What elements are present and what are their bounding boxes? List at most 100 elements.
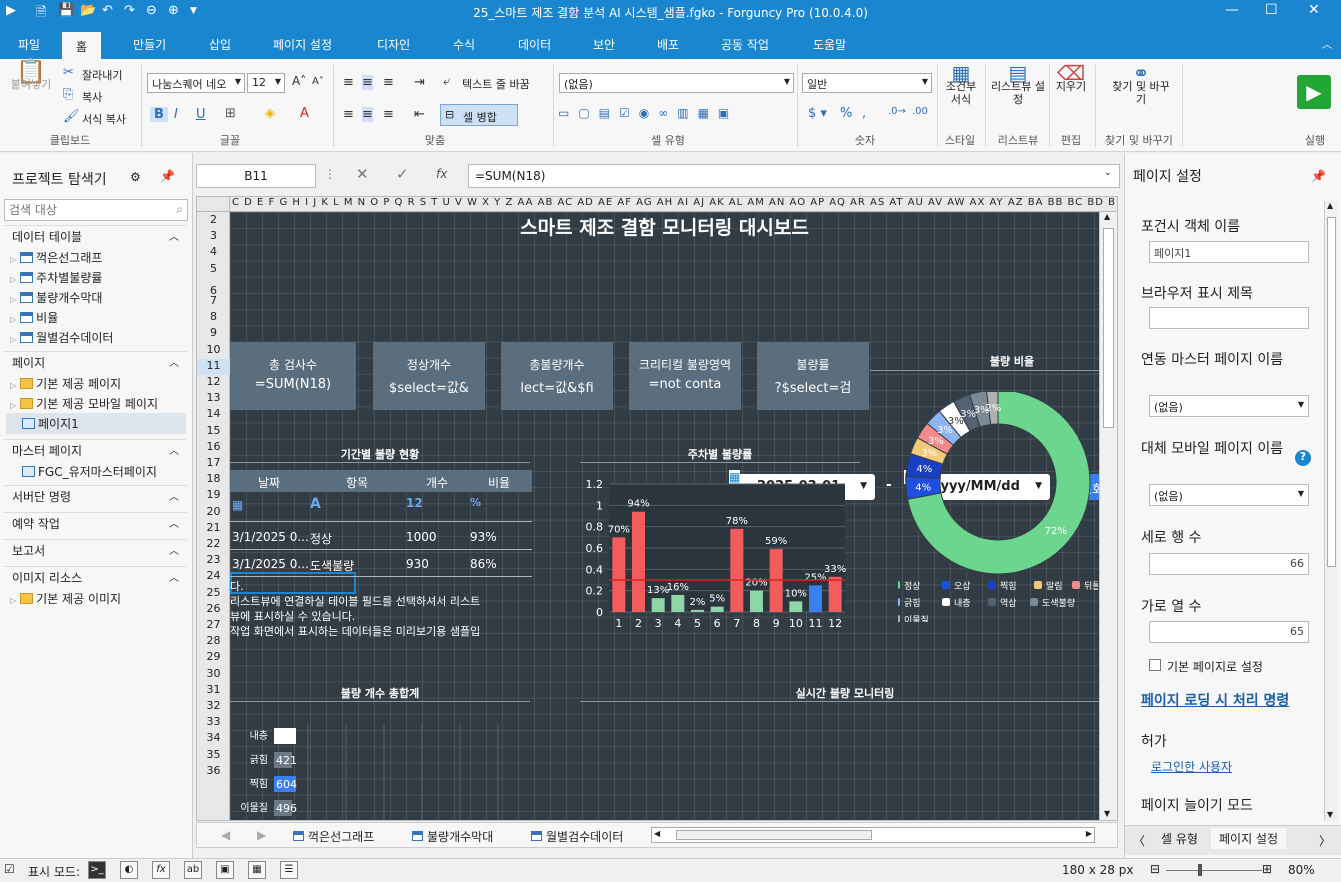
underline-icon[interactable]: U: [196, 107, 206, 122]
row-number[interactable]: 29: [197, 650, 230, 666]
paste-button[interactable]: 📋 붙여넣기: [8, 59, 54, 91]
find-replace-button[interactable]: ⚭ 찾기 및 바꾸기: [1110, 63, 1172, 106]
prev-icon[interactable]: 〈: [1133, 832, 1145, 849]
row-number[interactable]: 32: [197, 699, 230, 715]
row-number[interactable]: 30: [197, 667, 230, 683]
wrap-text-button[interactable]: 텍스트 줄 바꿈: [462, 76, 530, 92]
row-number[interactable]: 12: [197, 375, 230, 391]
tab-page-settings[interactable]: 페이지 설정: [1211, 828, 1287, 849]
font-color-icon[interactable]: A: [300, 106, 309, 121]
row-number[interactable]: 24: [197, 569, 230, 585]
number-format-select[interactable]: 일반 ▼: [802, 73, 932, 93]
cell-reference-box[interactable]: B11: [196, 164, 316, 188]
permission-link[interactable]: 로그인한 사용자: [1151, 758, 1232, 775]
panel-scrollbar[interactable]: ▲ ▼: [1324, 201, 1338, 821]
align-left-icon[interactable]: ≡: [343, 107, 354, 122]
mobile-page-select[interactable]: (없음) ▼: [1149, 484, 1309, 506]
hscroll-thumb[interactable]: [676, 830, 872, 840]
row-number[interactable]: 28: [197, 634, 230, 650]
row-number[interactable]: 31: [197, 683, 230, 699]
comma-icon[interactable]: ,: [862, 106, 866, 121]
section-reports[interactable]: 보고서 ︿: [4, 539, 187, 559]
row-number[interactable]: 23: [197, 553, 230, 569]
row-number[interactable]: 2: [197, 213, 230, 229]
section-pages[interactable]: 페이지 ︿: [4, 351, 187, 371]
tree-item[interactable]: ▷ 주차별불량률: [10, 269, 102, 286]
scroll-thumb[interactable]: [1103, 228, 1114, 428]
row-number[interactable]: 22: [197, 537, 230, 553]
row-number[interactable]: 34: [197, 731, 230, 747]
align-middle-icon[interactable]: ≡: [362, 75, 373, 90]
conditional-format-button[interactable]: ▦ 조건부 서식: [941, 63, 981, 106]
row-number[interactable]: 20: [197, 505, 230, 521]
sheet-tab[interactable]: 꺽은선그래프: [293, 828, 374, 845]
column-header[interactable]: C D E F G H I J K L M N O P Q R S T U V …: [230, 197, 1117, 212]
search-input[interactable]: [9, 201, 159, 219]
pin-icon[interactable]: 📌: [160, 169, 175, 183]
tab-home[interactable]: 홈: [62, 32, 102, 59]
row-number[interactable]: 21: [197, 521, 230, 537]
increase-decimal-icon[interactable]: .0→: [888, 106, 906, 117]
border-icon[interactable]: ⊞: [225, 106, 236, 121]
run-button[interactable]: ▶: [1297, 75, 1331, 109]
row-number[interactable]: 10: [197, 343, 230, 359]
row-number[interactable]: 26: [197, 602, 230, 618]
outdent-icon[interactable]: ⇤: [414, 107, 425, 122]
font-grow-icon[interactable]: A˄: [292, 74, 306, 88]
section-server-commands[interactable]: 서버단 명령 ︿: [4, 485, 187, 505]
terminal-icon[interactable]: >_: [88, 861, 106, 879]
align-center-icon[interactable]: ≡: [362, 107, 373, 122]
decrease-decimal-icon[interactable]: .00: [912, 106, 928, 117]
scroll-right-icon[interactable]: ▶: [1086, 829, 1092, 838]
indent-icon[interactable]: ⇥: [414, 75, 425, 90]
tab-deploy[interactable]: 배포: [657, 36, 679, 53]
bulb-icon[interactable]: ◐: [120, 861, 138, 879]
tab-cell-type[interactable]: 셀 유형: [1161, 830, 1198, 847]
row-number[interactable]: 4: [197, 245, 230, 261]
scroll-up-icon[interactable]: ▲: [1327, 201, 1333, 210]
clear-button[interactable]: ⌫ 지우기: [1052, 63, 1090, 93]
scroll-thumb[interactable]: [1327, 217, 1336, 567]
bold-icon[interactable]: B: [150, 107, 168, 122]
tree-item[interactable]: ▷ 월별검수데이터: [10, 329, 113, 346]
row-number[interactable]: 5: [197, 262, 230, 278]
row-number[interactable]: 33: [197, 715, 230, 731]
scroll-left-icon[interactable]: ◀: [654, 829, 660, 838]
master-page-select[interactable]: (없음) ▼: [1149, 395, 1309, 417]
tab-design[interactable]: 디자인: [377, 36, 410, 53]
page-load-command-link[interactable]: 페이지 로딩 시 처리 명령: [1141, 690, 1289, 710]
row-number[interactable]: 27: [197, 618, 230, 634]
sheet-tab[interactable]: 불량개수막대: [412, 828, 493, 845]
merge-cells-button[interactable]: ⊟ 셀 병합: [440, 104, 518, 126]
font-shrink-icon[interactable]: A˅: [312, 76, 324, 87]
browser-title-input[interactable]: [1149, 307, 1309, 329]
cell-type-select[interactable]: (없음) ▼: [559, 73, 794, 93]
select-all-corner[interactable]: [197, 197, 230, 212]
format-copy-button[interactable]: 서식 복사: [82, 111, 126, 127]
tab-collab[interactable]: 공동 작업: [721, 36, 769, 53]
dashboard-canvas[interactable]: 스마트 제조 결함 모니터링 대시보드 ▦ 2025-03-01 ▼ - ▦ y…: [230, 212, 1099, 820]
expand-icon[interactable]: ⌄: [1104, 168, 1112, 178]
scroll-down-icon[interactable]: ▼: [1104, 809, 1110, 818]
row-number[interactable]: 7: [197, 294, 230, 310]
grid-icon[interactable]: ▦: [248, 861, 266, 879]
row-number[interactable]: 18: [197, 472, 230, 488]
row-number[interactable]: 19: [197, 488, 230, 504]
tree-item[interactable]: FGC_유저마스터페이지: [22, 463, 157, 480]
tree-item[interactable]: ▷ 불량개수막대: [10, 289, 102, 306]
row-number[interactable]: 11: [197, 358, 230, 375]
spreadsheet-designer[interactable]: C D E F G H I J K L M N O P Q R S T U V …: [196, 196, 1118, 821]
row-number[interactable]: 3: [197, 229, 230, 245]
row-number[interactable]: 36: [197, 764, 230, 780]
align-top-icon[interactable]: ≡: [343, 75, 354, 90]
help-icon[interactable]: ?: [1295, 450, 1311, 466]
section-image-resources[interactable]: 이미지 리소스 ︿: [4, 566, 187, 586]
row-number[interactable]: 15: [197, 424, 230, 440]
font-size-select[interactable]: 12 ▼: [247, 73, 285, 93]
tree-item[interactable]: ▷ 기본 제공 페이지: [10, 375, 121, 392]
more-icon[interactable]: ⋮: [324, 167, 336, 181]
tab-security[interactable]: 보안: [593, 36, 615, 53]
tab-file[interactable]: 파일: [18, 36, 40, 53]
minimize-icon[interactable]: —: [1225, 2, 1239, 18]
tab-insert[interactable]: 삽입: [209, 36, 231, 53]
